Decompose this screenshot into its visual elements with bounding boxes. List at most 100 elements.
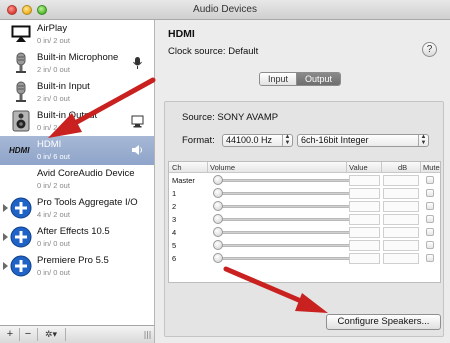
db-field[interactable] <box>383 253 419 264</box>
device-item-pro-tools-aggregate[interactable]: Pro Tools Aggregate I/O 4 in/ 2 out <box>0 194 154 223</box>
mute-checkbox[interactable] <box>426 228 434 236</box>
value-field[interactable] <box>349 227 380 238</box>
device-item-premiere-pro[interactable]: Premiere Pro 5.5 0 in/ 0 out <box>0 252 154 281</box>
aggregate-plus-icon <box>10 226 32 248</box>
table-row-channel-6: 6 <box>169 252 440 265</box>
device-detail-pane: HDMI Clock source: Default ? Input Outpu… <box>156 20 450 343</box>
speaker-volume-icon <box>132 145 142 155</box>
device-io: 0 in/ 6 out <box>37 152 70 161</box>
device-io: 2 in/ 0 out <box>37 65 70 74</box>
db-field[interactable] <box>383 227 419 238</box>
volume-slider[interactable] <box>217 244 355 247</box>
value-field[interactable] <box>349 175 380 186</box>
device-item-built-in-microphone[interactable]: Built-in Microphone 2 in/ 0 out <box>0 49 154 78</box>
device-name: HDMI <box>37 139 62 150</box>
mute-checkbox[interactable] <box>426 176 434 184</box>
channel-label: Master <box>172 176 195 185</box>
help-button[interactable]: ? <box>422 42 437 57</box>
value-field[interactable] <box>349 214 380 225</box>
volume-slider-knob[interactable] <box>213 240 223 250</box>
disclosure-triangle-icon[interactable] <box>3 233 8 241</box>
value-field[interactable] <box>349 201 380 212</box>
device-name: Avid CoreAudio Device <box>37 168 135 179</box>
value-field[interactable] <box>349 240 380 251</box>
mute-checkbox[interactable] <box>426 189 434 197</box>
output-settings-panel: Source: SONY AVAMP Format: 44100.0 Hz ▲ ▼… <box>164 101 444 337</box>
svg-text:HDMI: HDMI <box>9 146 30 155</box>
column-header-volume: Volume <box>210 163 236 172</box>
db-field[interactable] <box>383 240 419 251</box>
volume-slider-knob[interactable] <box>213 253 223 263</box>
tab-output[interactable]: Output <box>297 73 341 85</box>
device-item-built-in-input[interactable]: Built-in Input 2 in/ 0 out <box>0 78 154 107</box>
device-io: 4 in/ 2 out <box>37 210 70 219</box>
microphone-icon <box>16 81 26 102</box>
volume-slider-knob[interactable] <box>213 214 223 224</box>
disclosure-triangle-icon[interactable] <box>3 262 8 270</box>
toolbar-divider <box>19 328 20 341</box>
resize-grip-icon[interactable] <box>144 331 151 339</box>
value-field[interactable] <box>349 188 380 199</box>
value-field[interactable] <box>349 253 380 264</box>
sample-rate-value: 44100.0 Hz <box>226 135 273 145</box>
device-name: Pro Tools Aggregate I/O <box>37 197 138 208</box>
volume-slider[interactable] <box>217 218 355 221</box>
column-header-value: Value <box>349 163 368 172</box>
sample-rate-select[interactable]: 44100.0 Hz ▲ ▼ <box>222 134 293 147</box>
volume-slider-knob[interactable] <box>213 227 223 237</box>
table-row-channel-4: 4 <box>169 226 440 239</box>
source-value: SONY AVAMP <box>217 112 279 123</box>
aggregate-plus-icon <box>10 197 32 219</box>
volume-slider[interactable] <box>217 231 355 234</box>
toolbar-divider <box>37 328 38 341</box>
mute-checkbox[interactable] <box>426 215 434 223</box>
title-bar: Audio Devices <box>0 0 450 20</box>
volume-slider-knob[interactable] <box>213 188 223 198</box>
input-output-segmented-control: Input Output <box>259 72 342 86</box>
device-item-hdmi[interactable]: HDMI HDMI 0 in/ 6 out <box>0 136 154 165</box>
volume-slider[interactable] <box>217 179 355 182</box>
column-header-mute: Mute <box>423 163 440 172</box>
db-field[interactable] <box>383 214 419 225</box>
configure-speakers-button[interactable]: Configure Speakers... <box>326 314 441 330</box>
bit-format-select[interactable]: 6ch-16bit Integer ▲ ▼ <box>297 134 429 147</box>
clock-source-value[interactable]: Default <box>228 46 258 57</box>
db-field[interactable] <box>383 188 419 199</box>
device-item-built-in-output[interactable]: Built-in Output 0 in/ 2 out <box>0 107 154 136</box>
volume-slider-knob[interactable] <box>213 201 223 211</box>
device-item-after-effects[interactable]: After Effects 10.5 0 in/ 0 out <box>0 223 154 252</box>
device-io: 0 in/ 0 out <box>37 268 70 277</box>
select-arrows-icon: ▲ ▼ <box>282 134 292 146</box>
mute-checkbox[interactable] <box>426 202 434 210</box>
column-divider <box>207 162 208 173</box>
mic-input-icon <box>133 57 142 69</box>
device-name: After Effects 10.5 <box>37 226 110 237</box>
volume-slider[interactable] <box>217 205 355 208</box>
db-field[interactable] <box>383 175 419 186</box>
column-header-ch: Ch <box>172 163 182 172</box>
mute-checkbox[interactable] <box>426 254 434 262</box>
channel-volume-table: Ch Volume Value dB Mute Master 1 2 3 4 5… <box>168 161 441 283</box>
volume-slider[interactable] <box>217 192 355 195</box>
tab-input[interactable]: Input <box>260 73 298 85</box>
device-item-avid-coreaudio[interactable]: Avid CoreAudio Device 0 in/ 2 out <box>0 165 154 194</box>
table-row-channel-2: 2 <box>169 200 440 213</box>
disclosure-triangle-icon[interactable] <box>3 204 8 212</box>
hdmi-icon: HDMI <box>9 146 30 155</box>
mute-checkbox[interactable] <box>426 241 434 249</box>
select-arrows-icon: ▲ ▼ <box>418 134 428 146</box>
volume-slider-knob[interactable] <box>213 175 223 185</box>
aggregate-plus-icon <box>10 255 32 277</box>
volume-slider[interactable] <box>217 257 355 260</box>
toolbar-divider <box>65 328 66 341</box>
gear-menu-button[interactable]: ✲▾ <box>40 328 62 341</box>
device-name: Built-in Input <box>37 81 90 92</box>
remove-device-button[interactable]: − <box>22 328 34 341</box>
device-name: Premiere Pro 5.5 <box>37 255 109 266</box>
table-row-master: Master <box>169 174 440 187</box>
device-item-airplay[interactable]: AirPlay 0 in/ 2 out <box>0 20 154 49</box>
column-divider <box>381 162 382 173</box>
db-field[interactable] <box>383 201 419 212</box>
add-device-button[interactable]: + <box>4 328 16 341</box>
device-title: HDMI <box>168 28 195 40</box>
